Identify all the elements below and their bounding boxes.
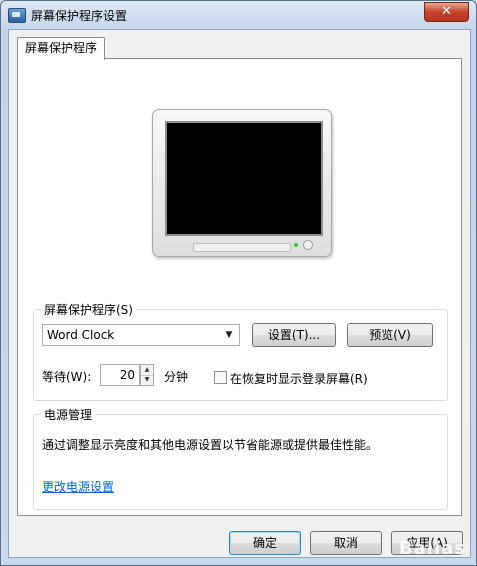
power-group-label: 电源管理 xyxy=(41,406,96,423)
power-led-icon xyxy=(294,243,298,247)
monitor-preview xyxy=(152,109,332,257)
power-description: 通过调整显示亮度和其他电源设置以节省能源或提供最佳性能。 xyxy=(42,438,379,452)
spin-down-icon[interactable]: ▼ xyxy=(141,375,153,385)
monitor-bezel-bar xyxy=(193,243,291,252)
window-title: 屏幕保护程序设置 xyxy=(31,9,128,23)
display-settings-icon xyxy=(8,8,26,23)
dialog-body: 屏幕保护程序 屏幕保护程序(S) Word Clock ▼ 设置(T)... 预… xyxy=(8,29,471,558)
close-button[interactable]: ✕ xyxy=(424,2,469,22)
wait-label: 等待(W): xyxy=(42,370,92,384)
screensaver-group-label: 屏幕保护程序(S) xyxy=(41,301,136,318)
chevron-down-icon: ▼ xyxy=(225,330,233,340)
resume-logon-label[interactable]: 在恢复时显示登录屏幕(R) xyxy=(230,370,368,387)
preview-screen xyxy=(165,121,323,236)
screensaver-group: 屏幕保护程序(S) Word Clock ▼ 设置(T)... 预览(V) 等待… xyxy=(33,301,448,401)
title-bar: 屏幕保护程序设置 ✕ xyxy=(1,1,476,27)
power-group: 电源管理 通过调整显示亮度和其他电源设置以节省能源或提供最佳性能。 更改电源设置 xyxy=(33,406,448,510)
resume-logon-checkbox[interactable] xyxy=(214,371,227,384)
preview-button[interactable]: 预览(V) xyxy=(347,323,433,347)
settings-button[interactable]: 设置(T)... xyxy=(252,323,336,347)
wait-spinner[interactable]: ▲ ▼ xyxy=(140,364,154,386)
screensaver-select-value: Word Clock xyxy=(47,328,115,342)
monitor-power-icon xyxy=(303,240,313,250)
minutes-label: 分钟 xyxy=(164,370,189,384)
ok-button[interactable]: 确定 xyxy=(229,531,301,555)
watermark-logo: Ballas xyxy=(398,538,466,559)
tab-panel: 屏幕保护程序(S) Word Clock ▼ 设置(T)... 预览(V) 等待… xyxy=(17,58,462,516)
screensaver-select[interactable]: Word Clock ▼ xyxy=(42,324,240,346)
dialog-window: 屏幕保护程序设置 ✕ 屏幕保护程序 屏幕保护程序(S) Word Clock ▼… xyxy=(0,0,477,566)
cancel-button[interactable]: 取消 xyxy=(310,531,382,555)
tab-screensaver[interactable]: 屏幕保护程序 xyxy=(17,37,106,60)
change-power-settings-link[interactable]: 更改电源设置 xyxy=(42,478,114,495)
wait-minutes-input[interactable]: 20 xyxy=(100,364,140,386)
